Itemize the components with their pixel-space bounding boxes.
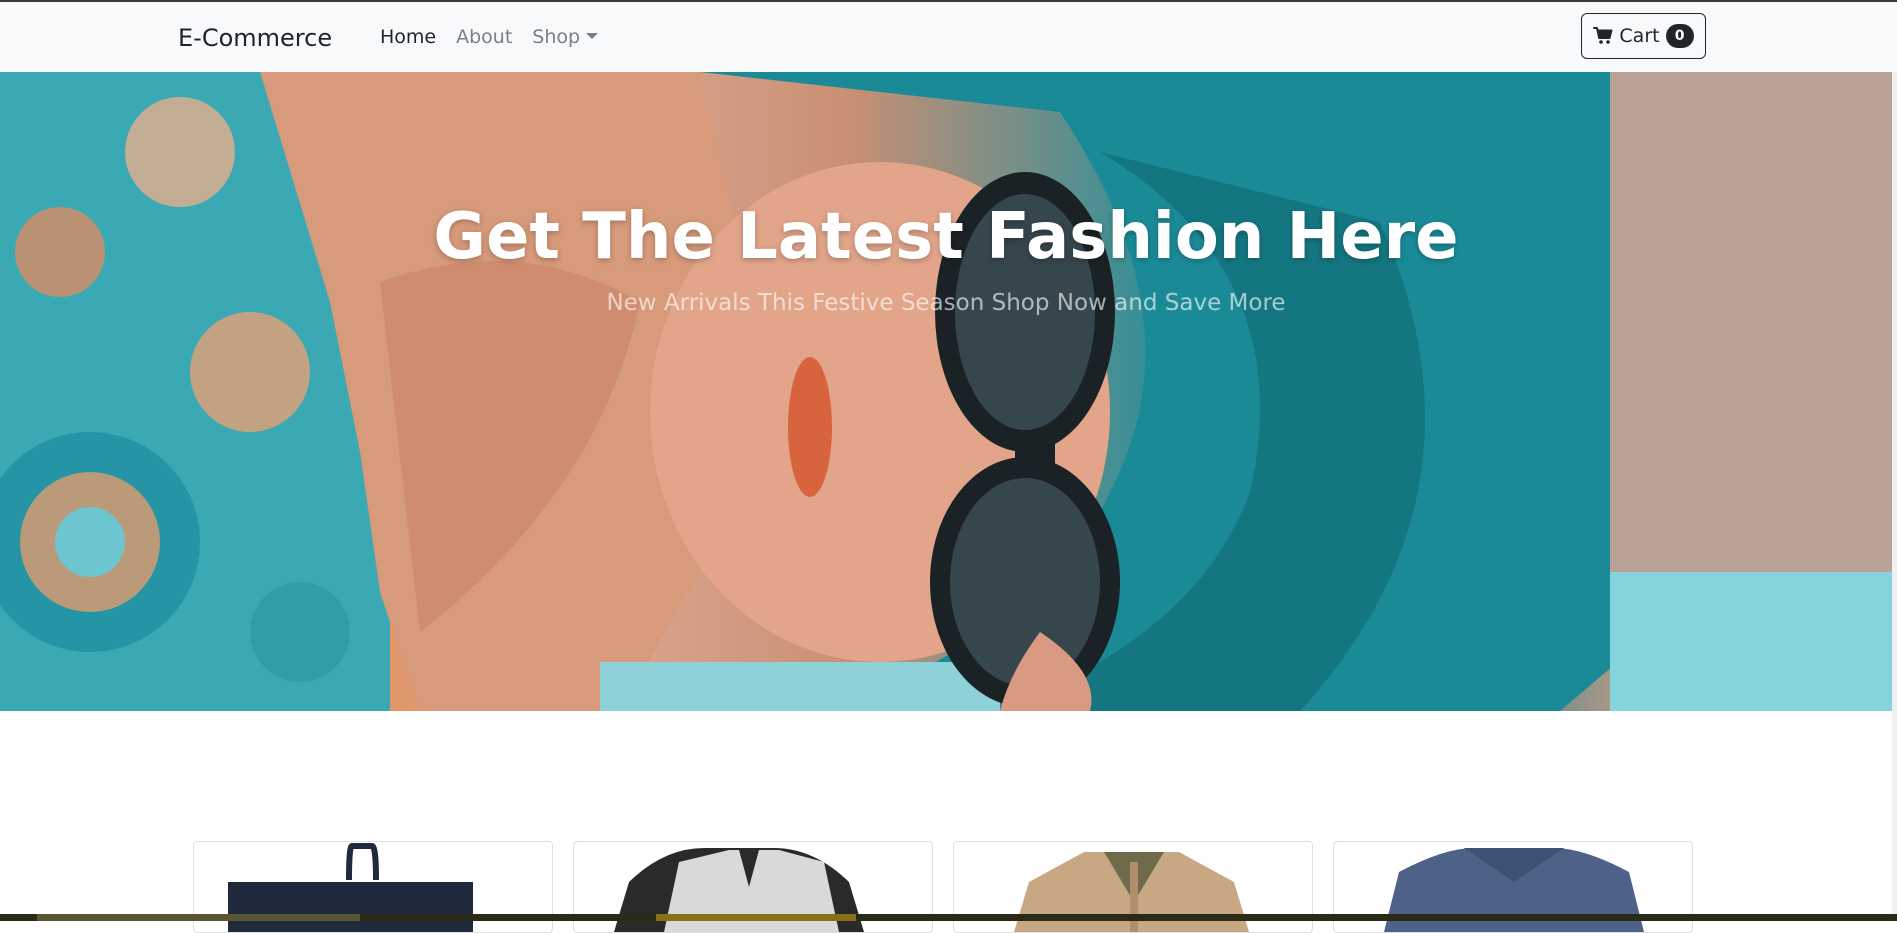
cart-button[interactable]: Cart 0 xyxy=(1581,13,1706,59)
nav-shop-dropdown[interactable]: Shop xyxy=(532,26,599,48)
bottom-bar-segment xyxy=(37,914,360,921)
nav-home-link[interactable]: Home xyxy=(380,26,436,48)
page-scrollbar[interactable] xyxy=(1892,72,1897,921)
nav-links: Home About Shop xyxy=(380,26,599,48)
hero-subtitle: New Arrivals This Festive Season Shop No… xyxy=(606,290,1286,316)
hero-banner: Get The Latest Fashion Here New Arrivals… xyxy=(0,72,1892,711)
hero-background-image xyxy=(0,72,1892,711)
navbar: E-Commerce Home About Shop Cart 0 xyxy=(0,2,1897,73)
cart-label: Cart xyxy=(1619,25,1660,47)
hero-title: Get The Latest Fashion Here xyxy=(433,200,1459,274)
nav-shop-label: Shop xyxy=(532,26,581,48)
nav-about-link[interactable]: About xyxy=(456,26,512,48)
cart-icon xyxy=(1593,27,1613,45)
brand-link[interactable]: E-Commerce xyxy=(178,24,332,52)
cart-count-badge: 0 xyxy=(1665,24,1694,48)
bottom-bar-segment xyxy=(656,914,856,921)
caret-down-icon xyxy=(586,33,599,39)
